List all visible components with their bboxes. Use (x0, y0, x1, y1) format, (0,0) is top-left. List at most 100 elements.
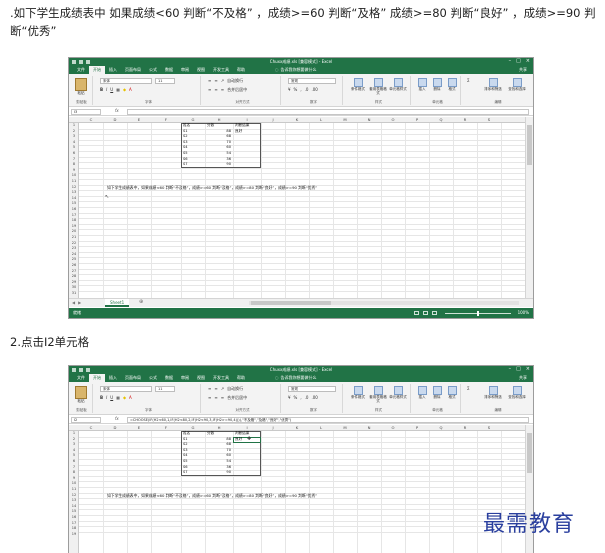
row-header[interactable]: 18 (69, 219, 79, 223)
align-middle-icon[interactable]: ≡ (214, 387, 217, 391)
delete-button[interactable]: 删除 (431, 78, 443, 92)
number-format-select[interactable]: 常规 (288, 78, 336, 84)
tab-data[interactable]: 数据 (161, 374, 177, 382)
tab-insert[interactable]: 插入 (105, 374, 121, 382)
column-header[interactable]: P (405, 426, 429, 430)
row-header[interactable]: 14 (69, 504, 79, 509)
tab-help[interactable]: 帮助 (233, 374, 249, 382)
formula-input[interactable]: =CHOOSE(IF(H2<60,1,IF(H2<80,2,IF(H2<90,3… (127, 417, 529, 423)
column-header[interactable]: O (381, 426, 405, 430)
align-right-icon[interactable]: ≡ (221, 88, 224, 92)
scroll-thumb[interactable] (527, 125, 532, 165)
wrap-text-button[interactable]: 自动换行 (227, 387, 243, 391)
row-header[interactable]: 17 (69, 521, 79, 526)
tab-review[interactable]: 审阅 (177, 374, 193, 382)
header-score[interactable]: 分数 (207, 123, 214, 128)
worksheet-grid-1[interactable]: C D E F G H I J K L M N O P Q R S 1 2 3 … (69, 117, 527, 298)
column-header[interactable]: D (103, 426, 127, 430)
header-name[interactable]: 姓名 (183, 431, 190, 436)
page-layout-view-icon[interactable] (423, 311, 428, 315)
row-header[interactable]: 31 (69, 291, 79, 296)
row-header[interactable]: 10 (69, 482, 79, 486)
tab-insert[interactable]: 插入 (105, 66, 121, 74)
currency-icon[interactable]: ¥ (288, 88, 291, 92)
tab-developer[interactable]: 开发工具 (209, 66, 233, 74)
row-header[interactable]: 23 (69, 247, 79, 251)
wrap-text-button[interactable]: 自动换行 (227, 79, 243, 83)
student-name[interactable]: S3 (183, 448, 188, 453)
tab-view[interactable]: 视图 (193, 66, 209, 74)
row-header[interactable]: 11 (69, 179, 79, 184)
student-score[interactable]: 60 (205, 146, 231, 150)
italic-button[interactable]: I (106, 396, 107, 400)
bold-button[interactable]: B (100, 396, 103, 400)
tab-file[interactable]: 文件 (73, 374, 89, 382)
student-name[interactable]: S3 (183, 140, 188, 145)
student-score[interactable]: 68 (205, 135, 231, 139)
font-size-select[interactable]: 11 (155, 386, 175, 392)
tell-me-box[interactable]: ◌ 告诉我你想要做什么 (275, 376, 317, 380)
prev-sheet-icon[interactable]: ◀ (72, 301, 75, 305)
tab-data[interactable]: 数据 (161, 66, 177, 74)
row-header[interactable]: 29 (69, 280, 79, 285)
row-header[interactable]: 13 (69, 191, 79, 195)
column-header[interactable]: M (333, 118, 357, 122)
row-header[interactable]: 19 (69, 224, 79, 229)
merge-center-button[interactable]: 合并后居中 (227, 88, 247, 92)
column-header[interactable]: H (205, 118, 233, 122)
student-score[interactable]: 68 (205, 443, 231, 447)
tab-home[interactable]: 开始 (89, 66, 105, 74)
formula-input[interactable] (127, 109, 529, 115)
student-score[interactable]: 54 (205, 151, 231, 156)
font-name-select[interactable]: 宋体 (100, 78, 152, 84)
increase-decimal-icon[interactable]: .0 (305, 396, 309, 400)
row-header[interactable]: 16 (69, 207, 79, 212)
zoom-slider[interactable] (445, 311, 511, 316)
find-select-button[interactable]: 查找和选择 (507, 386, 527, 400)
align-center-icon[interactable]: ≡ (214, 396, 217, 400)
student-score[interactable]: 60 (205, 454, 231, 458)
row-header[interactable]: 12 (69, 185, 79, 190)
align-left-icon[interactable]: ≡ (208, 396, 211, 400)
row-header[interactable]: 19 (69, 532, 79, 537)
share-button[interactable]: 共享 (519, 376, 527, 380)
student-name[interactable]: S1 (183, 437, 188, 442)
add-sheet-icon[interactable]: ⊕ (139, 300, 143, 305)
paste-button[interactable]: 粘贴 (75, 386, 87, 404)
row-header[interactable]: 3 (69, 443, 79, 447)
font-color-icon[interactable]: A (129, 396, 132, 400)
orientation-icon[interactable]: ↗ (221, 387, 224, 391)
column-header[interactable]: M (333, 426, 357, 430)
header-name[interactable]: 姓名 (183, 123, 190, 128)
name-box[interactable]: I2 (71, 417, 101, 423)
hscroll-thumb[interactable] (251, 301, 331, 305)
student-name[interactable]: S4 (183, 454, 188, 458)
minimize-icon[interactable]: – (509, 367, 512, 372)
fx-icon[interactable]: fx (115, 417, 119, 421)
worksheet-grid-2[interactable]: C D E F G H I J K L M N O P Q R S 1 2 3 … (69, 425, 527, 553)
column-header[interactable]: I (233, 118, 261, 122)
row-header[interactable]: 4 (69, 140, 79, 145)
column-header[interactable]: N (357, 118, 381, 122)
row-header[interactable]: 7 (69, 465, 79, 470)
student-score[interactable]: 36 (205, 157, 231, 162)
align-top-icon[interactable]: ≡ (208, 387, 211, 391)
tell-me-box[interactable]: ◌ 告诉我你想要做什么 (275, 68, 317, 72)
student-score[interactable]: 90 (205, 471, 231, 475)
column-header[interactable]: N (357, 426, 381, 430)
format-as-table-button[interactable]: 套用表格格式 (369, 78, 387, 95)
row-header[interactable]: 2 (69, 437, 79, 442)
conditional-format-button[interactable]: 条件格式 (349, 78, 367, 92)
align-center-icon[interactable]: ≡ (214, 88, 217, 92)
bold-button[interactable]: B (100, 88, 103, 92)
percent-icon[interactable]: % (294, 88, 298, 92)
tab-home[interactable]: 开始 (89, 374, 105, 382)
comma-icon[interactable]: , (300, 88, 301, 92)
underline-button[interactable]: U (110, 396, 113, 400)
column-header[interactable]: C (79, 426, 103, 430)
column-header[interactable]: H (205, 426, 233, 430)
row-header[interactable]: 15 (69, 202, 79, 206)
tab-file[interactable]: 文件 (73, 66, 89, 74)
column-header[interactable]: L (309, 118, 333, 122)
tab-view[interactable]: 视图 (193, 374, 209, 382)
